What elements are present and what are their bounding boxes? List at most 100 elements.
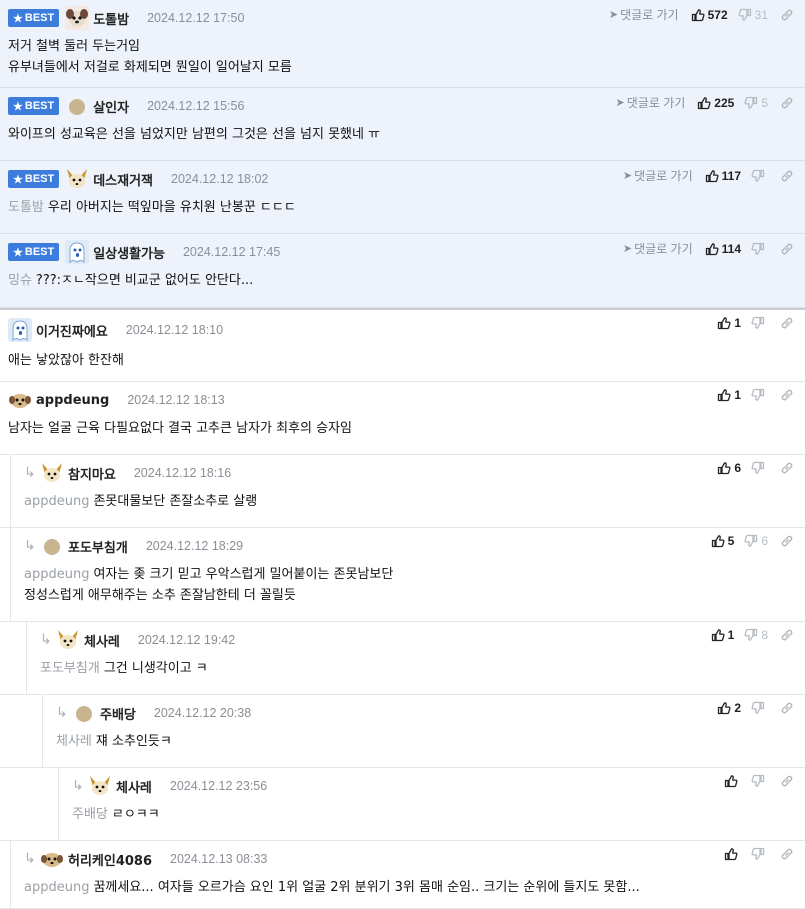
author-nickname[interactable]: 포도부침개 [68, 537, 128, 556]
author-nickname[interactable]: 일상생활가능 [93, 243, 165, 262]
downvote-button[interactable] [751, 388, 768, 402]
upvote-button[interactable] [724, 847, 741, 861]
thumbs-up-icon [711, 628, 725, 642]
goto-comment-link[interactable]: ➤ 댓글로 가기 [616, 94, 686, 111]
downvote-button[interactable] [751, 461, 768, 475]
downvote-button[interactable] [751, 316, 768, 330]
copy-link-button[interactable] [780, 96, 797, 110]
comment-line: appdeung 꿈께세요... 여자들 오르가슴 요인 1위 얼굴 2위 분위기… [24, 877, 640, 898]
reply-mention[interactable]: appdeung [24, 880, 89, 895]
fox-avatar[interactable] [88, 774, 112, 798]
author-nickname[interactable]: 데스재거잭 [93, 170, 153, 189]
copy-link-button[interactable] [780, 169, 797, 183]
copy-link-button[interactable] [780, 388, 797, 402]
comment-body: 체사레 쟤 소추인듯ㅋ [56, 731, 172, 752]
reply-mention[interactable]: 밍슈 [8, 273, 32, 288]
ghost-avatar[interactable] [65, 240, 90, 264]
comment-body: 주배당 ㄹㅇㅋㅋ [72, 804, 160, 825]
reply-indent-line [10, 841, 11, 908]
comment-date: 2024.12.12 17:50 [147, 11, 245, 25]
comment-line: 애는 낳았잖아 한잔해 [8, 350, 124, 371]
default-avatar[interactable] [65, 94, 89, 118]
downvote-button[interactable]: 5 [744, 96, 768, 110]
thumbs-down-icon [751, 774, 765, 788]
upvote-count: 1 [727, 628, 735, 642]
copy-link-button[interactable] [780, 242, 797, 256]
default-avatar[interactable] [40, 534, 64, 558]
reply-mention[interactable]: 포도부침개 [40, 661, 100, 676]
downvote-button[interactable] [751, 169, 768, 183]
downvote-button[interactable] [751, 774, 768, 788]
fox-avatar[interactable] [56, 628, 80, 652]
goto-comment-link[interactable]: ➤ 댓글로 가기 [623, 240, 693, 257]
reply-mention[interactable]: appdeung [24, 494, 89, 509]
link-icon [780, 316, 794, 330]
upvote-button[interactable]: 117 [705, 169, 741, 183]
upvote-count: 5 [727, 534, 735, 548]
copy-link-button[interactable] [780, 628, 797, 642]
copy-link-button[interactable] [780, 316, 797, 330]
upvote-button[interactable]: 1 [717, 388, 741, 402]
pup-avatar[interactable] [8, 388, 32, 412]
downvote-button[interactable] [751, 847, 768, 861]
upvote-button[interactable]: 6 [717, 461, 741, 475]
author-nickname[interactable]: 허리케인4086 [68, 850, 152, 869]
dog-avatar[interactable] [65, 6, 90, 30]
upvote-button[interactable]: 114 [705, 242, 741, 256]
upvote-button[interactable]: 2 [717, 701, 741, 715]
upvote-count: 1 [734, 388, 741, 402]
author-nickname[interactable]: 살인자 [93, 97, 129, 116]
copy-link-button[interactable] [780, 774, 797, 788]
reply-arrow-icon: ↳ [56, 705, 68, 721]
copy-link-button[interactable] [780, 534, 797, 548]
copy-link-button[interactable] [780, 461, 797, 475]
author-nickname[interactable]: 도톨밤 [93, 9, 129, 28]
best-badge: ★ BEST [8, 97, 60, 115]
copy-link-button[interactable] [780, 8, 797, 22]
goto-comment-link[interactable]: ➤ 댓글로 가기 [623, 167, 693, 184]
goto-comment-link[interactable]: ➤ 댓글로 가기 [609, 6, 679, 23]
upvote-button[interactable]: 1 [717, 316, 741, 330]
comment-actions: 1 [717, 316, 797, 330]
author-nickname[interactable]: 체사레 [84, 631, 120, 650]
reply-mention[interactable]: 주배당 [72, 807, 108, 822]
reply-mention[interactable]: 체사레 [56, 734, 92, 749]
default-avatar[interactable] [72, 701, 96, 725]
downvote-button[interactable]: 8 [744, 628, 768, 642]
comment-actions: 6 [717, 461, 797, 475]
downvote-button[interactable]: 31 [738, 8, 768, 22]
downvote-button[interactable] [751, 242, 768, 256]
downvote-button[interactable]: 6 [744, 534, 768, 548]
upvote-button[interactable] [724, 774, 741, 788]
ghost-avatar[interactable] [8, 318, 32, 342]
author-nickname[interactable]: 이거진짜에요 [36, 321, 108, 340]
author-nickname[interactable]: 참지마요 [68, 464, 116, 483]
upvote-button[interactable]: 1 [711, 628, 735, 642]
copy-link-button[interactable] [780, 701, 797, 715]
comment-item: ↳ 참지마요 2024.12.12 18:16 6 appdeung 존못대물보단 존잘소… [0, 455, 805, 528]
best-badge: ★ BEST [8, 9, 60, 27]
copy-link-button[interactable] [780, 847, 797, 861]
comment-actions [724, 774, 797, 788]
comment-item: ↳ 포도부침개 2024.12.12 18:29 5 6 appdeung 여자는 좆 크기… [0, 528, 805, 622]
pup-avatar[interactable] [40, 847, 64, 871]
comment-text: ㄹㅇㅋㅋ [111, 807, 160, 822]
upvote-count: 117 [721, 168, 741, 183]
reply-mention[interactable]: 도톨밤 [8, 200, 44, 215]
reply-arrow-icon: ↳ [40, 632, 52, 648]
goto-comment-label: 댓글로 가기 [634, 169, 693, 183]
comment-line: 저거 철벽 둘러 두는거임 [8, 36, 292, 57]
comment-body: 도톨밤 우리 아버지는 떡잎마을 유치원 난봉꾼 ㄷㄷㄷ [8, 197, 296, 218]
upvote-button[interactable]: 5 [711, 534, 735, 548]
comment-line: 남자는 얼굴 근육 다필요없다 결국 고추큰 남자가 최후의 승자임 [8, 418, 352, 439]
author-nickname[interactable]: 체사레 [116, 777, 152, 796]
best-badge: ★ BEST [8, 243, 60, 261]
author-nickname[interactable]: appdeung [36, 393, 109, 408]
downvote-button[interactable] [751, 701, 768, 715]
upvote-button[interactable]: 572 [691, 8, 728, 22]
author-nickname[interactable]: 주배당 [100, 704, 136, 723]
upvote-button[interactable]: 225 [697, 96, 734, 110]
reply-mention[interactable]: appdeung [24, 567, 89, 582]
fox-avatar[interactable] [40, 461, 64, 485]
fox-avatar[interactable] [65, 167, 89, 191]
